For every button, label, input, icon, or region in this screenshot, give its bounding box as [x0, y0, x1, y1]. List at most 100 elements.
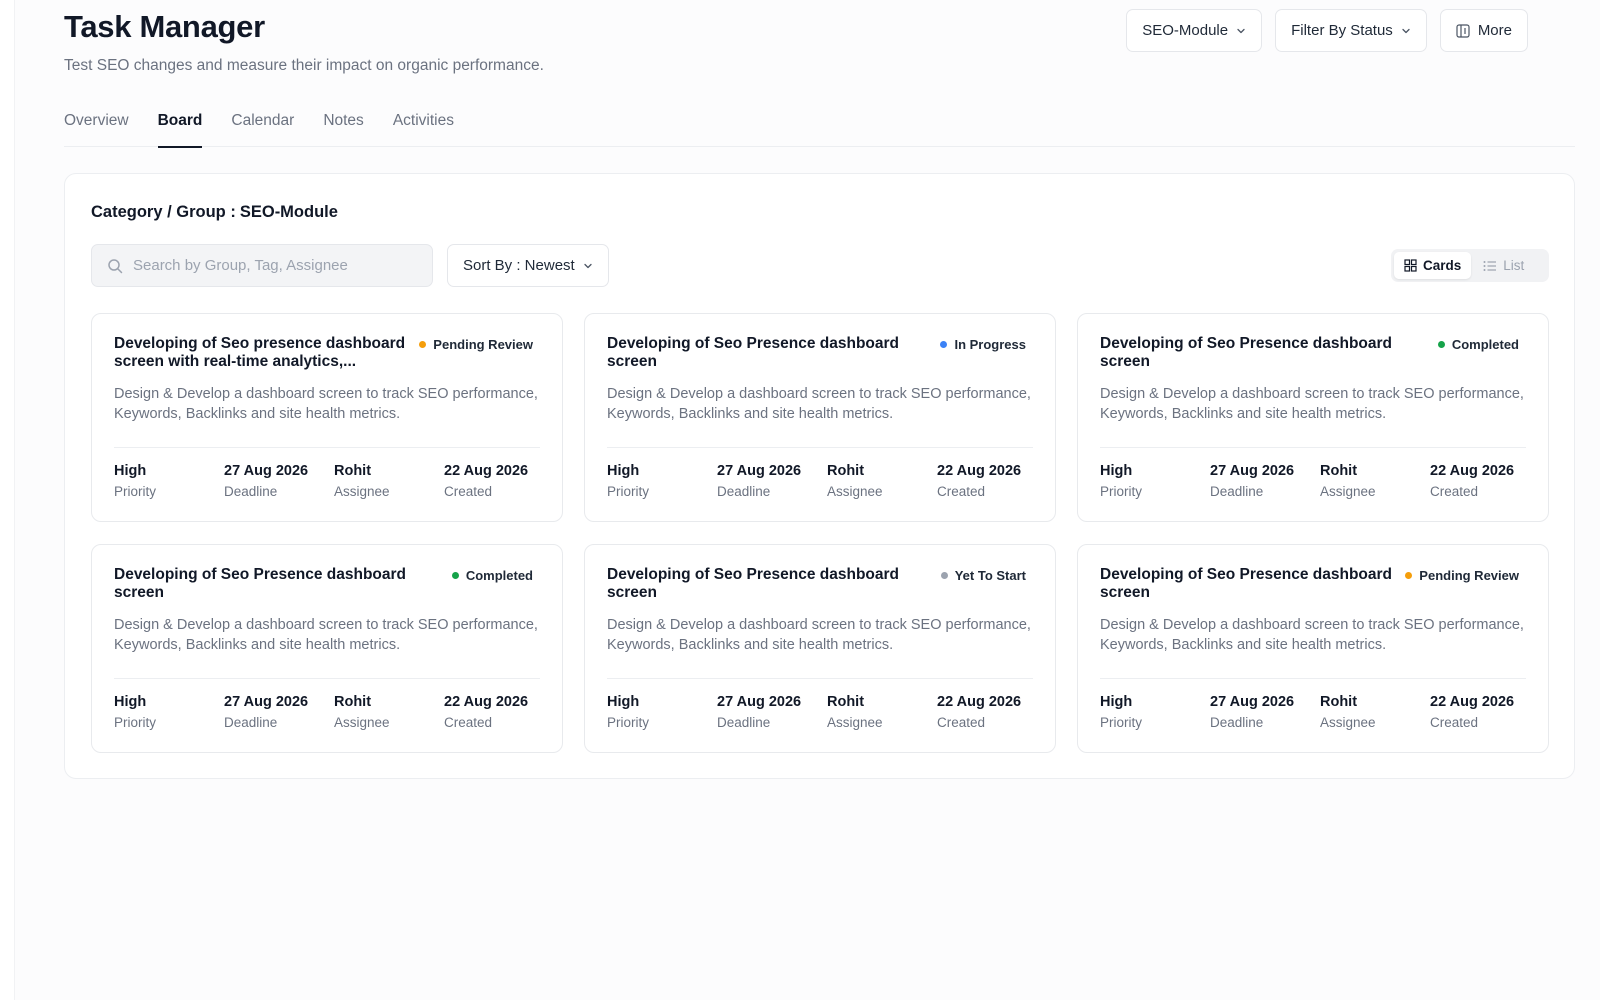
deadline-value: 27 Aug 2026: [1210, 463, 1295, 479]
header-actions: SEO-Module Filter By Status More: [1126, 9, 1528, 52]
task-description: Design & Develop a dashboard screen to t…: [114, 386, 538, 422]
status-filter-select[interactable]: Filter By Status: [1275, 9, 1427, 52]
created-field: 22 Aug 2026 Created: [1430, 462, 1530, 499]
sort-select[interactable]: Sort By : Newest: [447, 244, 609, 287]
task-description: Design & Develop a dashboard screen to t…: [1100, 617, 1524, 653]
created-value: 22 Aug 2026: [1430, 463, 1515, 479]
assignee-label: Assignee: [1320, 715, 1376, 730]
cards-view-button[interactable]: Cards: [1394, 252, 1472, 279]
assignee-field: Rohit Assignee: [1320, 693, 1430, 730]
board-panel: Category / Group :SEO-Module Sort By : N…: [64, 173, 1575, 779]
task-meta: High Priority 27 Aug 2026 Deadline Rohit As…: [607, 693, 1037, 730]
task-card[interactable]: Developing of Seo presence dashboard scr…: [91, 313, 563, 522]
chevron-down-icon: [1402, 28, 1410, 33]
columns-icon: [1456, 23, 1470, 38]
task-description: Design & Develop a dashboard screen to t…: [607, 617, 1031, 653]
task-description: Design & Develop a dashboard screen to t…: [607, 386, 1031, 422]
tab-calendar[interactable]: Calendar: [231, 108, 294, 147]
status-dot: [451, 572, 459, 579]
deadline-field: 27 Aug 2026 Deadline: [224, 462, 334, 499]
task-title: Developing of Seo Presence dashboard scr…: [1100, 335, 1392, 370]
created-value: 22 Aug 2026: [444, 463, 529, 479]
created-label: Created: [1430, 484, 1479, 499]
chevron-down-icon: [584, 263, 592, 268]
task-title: Developing of Seo Presence dashboard scr…: [114, 566, 406, 601]
list-icon: [1483, 260, 1497, 271]
task-card[interactable]: Developing of Seo Presence dashboard scr…: [1077, 313, 1549, 522]
deadline-label: Deadline: [224, 715, 278, 730]
created-field: 22 Aug 2026 Created: [937, 693, 1037, 730]
status-label: Pending Review: [433, 337, 533, 352]
page-title: Task Manager: [64, 9, 265, 44]
deadline-field: 27 Aug 2026 Deadline: [224, 693, 334, 730]
task-title: Developing of Seo presence dashboard scr…: [114, 335, 406, 370]
task-meta: High Priority 27 Aug 2026 Deadline Rohit As…: [114, 693, 544, 730]
status-label: Yet To Start: [954, 568, 1026, 583]
more-button[interactable]: More: [1439, 9, 1528, 52]
card-divider: [607, 447, 1033, 448]
assignee-label: Assignee: [334, 715, 390, 730]
task-description: Design & Develop a dashboard screen to t…: [1100, 386, 1524, 422]
task-card[interactable]: Developing of Seo Presence dashboard scr…: [584, 313, 1056, 522]
priority-field: High Priority: [1100, 693, 1210, 730]
status-dot: [940, 572, 948, 579]
deadline-field: 27 Aug 2026 Deadline: [1210, 462, 1320, 499]
deadline-field: 27 Aug 2026 Deadline: [717, 462, 827, 499]
deadline-value: 27 Aug 2026: [717, 694, 802, 710]
list-view-button[interactable]: List: [1473, 252, 1534, 279]
status-label: Completed: [1451, 337, 1519, 352]
status-dot: [1405, 572, 1413, 579]
assignee-label: Assignee: [827, 715, 883, 730]
priority-value: High: [114, 694, 147, 710]
created-label: Created: [937, 484, 986, 499]
chevron-down-icon: [1237, 28, 1245, 33]
priority-field: High Priority: [114, 693, 224, 730]
task-card[interactable]: Developing of Seo Presence dashboard scr…: [584, 544, 1056, 753]
created-label: Created: [444, 715, 493, 730]
created-field: 22 Aug 2026 Created: [937, 462, 1037, 499]
task-description: Design & Develop a dashboard screen to t…: [114, 617, 538, 653]
task-card[interactable]: Developing of Seo Presence dashboard scr…: [91, 544, 563, 753]
status-filter-label: Filter By Status: [1291, 22, 1393, 39]
priority-value: High: [607, 694, 640, 710]
assignee-value: Rohit: [1320, 463, 1358, 479]
search-box[interactable]: [91, 244, 433, 287]
assignee-value: Rohit: [1320, 694, 1358, 710]
cards-view-label: Cards: [1423, 258, 1462, 273]
status-badge: Yet To Start: [940, 568, 1026, 583]
deadline-label: Deadline: [224, 484, 278, 499]
priority-label: Priority: [114, 484, 157, 499]
status-dot: [419, 341, 427, 348]
priority-value: High: [1100, 694, 1133, 710]
assignee-field: Rohit Assignee: [827, 462, 937, 499]
priority-field: High Priority: [1100, 462, 1210, 499]
card-divider: [607, 678, 1033, 679]
created-label: Created: [937, 715, 986, 730]
deadline-value: 27 Aug 2026: [1210, 694, 1295, 710]
category-label: Category / Group :: [91, 203, 236, 221]
assignee-value: Rohit: [334, 694, 372, 710]
more-button-label: More: [1477, 22, 1512, 39]
tab-activities[interactable]: Activities: [393, 108, 454, 147]
created-value: 22 Aug 2026: [937, 463, 1022, 479]
created-field: 22 Aug 2026 Created: [444, 462, 544, 499]
card-divider: [114, 447, 540, 448]
task-card[interactable]: Developing of Seo Presence dashboard scr…: [1077, 544, 1549, 753]
status-badge: Pending Review: [419, 337, 533, 352]
search-icon: [108, 258, 123, 273]
priority-label: Priority: [607, 484, 650, 499]
card-divider: [114, 678, 540, 679]
priority-value: High: [607, 463, 640, 479]
created-label: Created: [1430, 715, 1479, 730]
tab-overview[interactable]: Overview: [64, 108, 129, 147]
module-select[interactable]: SEO-Module: [1126, 9, 1263, 52]
card-divider: [1100, 678, 1526, 679]
status-badge: Completed: [451, 568, 533, 583]
priority-label: Priority: [1100, 715, 1143, 730]
tab-board[interactable]: Board: [157, 108, 202, 148]
deadline-value: 27 Aug 2026: [717, 463, 802, 479]
search-input[interactable]: [133, 257, 432, 274]
status-label: In Progress: [954, 337, 1026, 352]
tab-notes[interactable]: Notes: [323, 108, 364, 147]
status-badge: Completed: [1437, 337, 1519, 352]
